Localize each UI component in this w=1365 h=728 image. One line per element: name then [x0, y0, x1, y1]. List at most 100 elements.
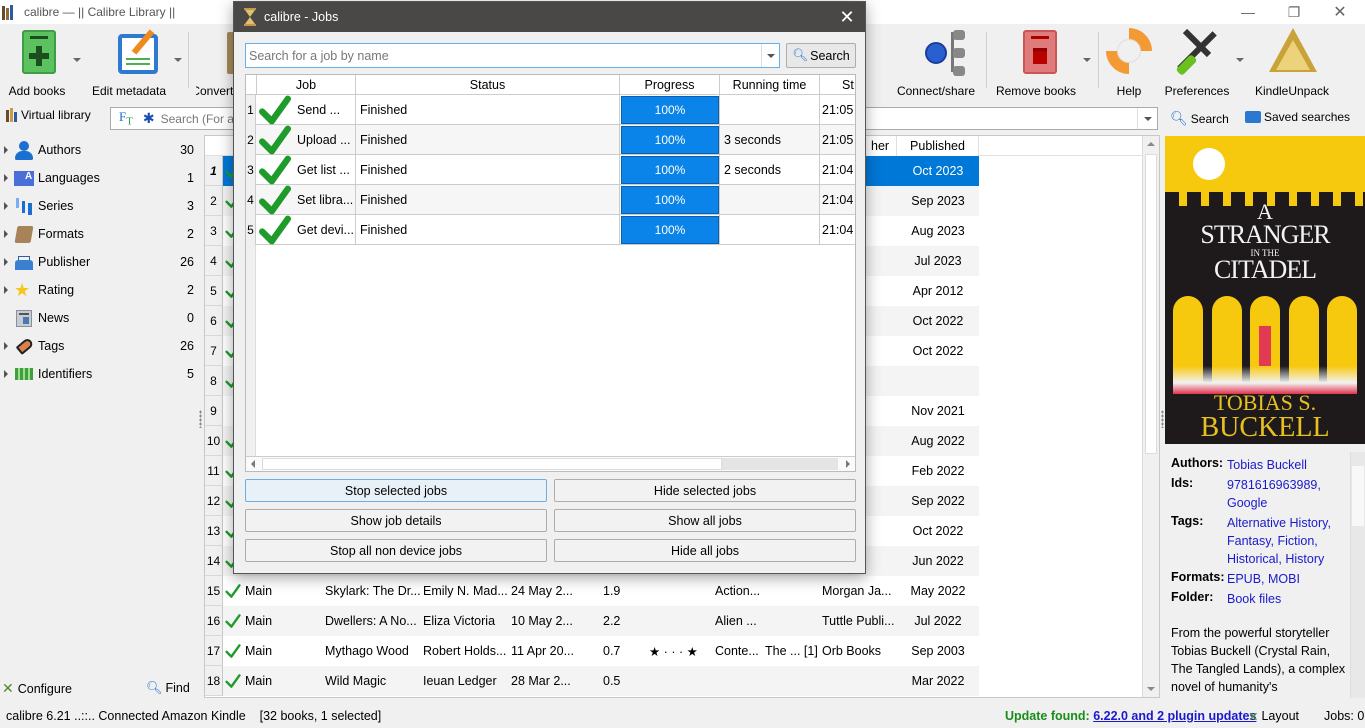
- scroll-thumb[interactable]: [1145, 154, 1157, 454]
- expand-arrow-icon[interactable]: [4, 146, 8, 154]
- tag-link[interactable]: Alternative History,: [1227, 514, 1331, 532]
- tag-browser-item-tags[interactable]: Tags 26: [0, 332, 200, 360]
- expand-arrow-icon[interactable]: [4, 202, 8, 210]
- scroll-down-arrow[interactable]: [1147, 687, 1155, 691]
- hide-selected-jobs-button[interactable]: Hide selected jobs: [554, 479, 856, 502]
- jobs-table-header: Job Status Progress Running time St: [246, 75, 855, 95]
- search-history-dropdown[interactable]: [1137, 108, 1157, 129]
- book-list-scrollbar[interactable]: [1142, 136, 1159, 697]
- tag-browser-item-rating[interactable]: ★ Rating 2: [0, 276, 200, 304]
- expand-arrow-icon[interactable]: [4, 342, 8, 350]
- add-books-dropdown[interactable]: [73, 58, 81, 62]
- show-all-jobs-button[interactable]: Show all jobs: [554, 509, 856, 532]
- author-link[interactable]: Tobias Buckell: [1227, 456, 1307, 474]
- column-header-progress[interactable]: Progress: [620, 75, 720, 95]
- configure-button[interactable]: ✕ Configure: [2, 680, 72, 697]
- jobs-table[interactable]: Job Status Progress Running time St 1 Sen…: [245, 74, 856, 472]
- column-header-running-time[interactable]: Running time: [720, 75, 820, 95]
- book-cover-image[interactable]: A STRANGER IN THE CITADEL TOBIAS S. BUCK…: [1165, 136, 1365, 444]
- expand-arrow-icon[interactable]: [4, 230, 8, 238]
- folder-link[interactable]: Book files: [1227, 590, 1281, 608]
- preferences-dropdown[interactable]: [1236, 58, 1244, 62]
- details-scrollbar[interactable]: [1350, 452, 1365, 698]
- edit-metadata-dropdown[interactable]: [174, 58, 182, 62]
- book-row[interactable]: 18 Main Wild Magic Ieuan Ledger 28 Mar 2... 0…: [205, 666, 979, 696]
- tag-browser-item-languages[interactable]: A Languages 1: [0, 164, 200, 192]
- star-icon: ★: [14, 280, 31, 300]
- stop-all-non-device-jobs-button[interactable]: Stop all non device jobs: [245, 539, 547, 562]
- find-button[interactable]: 🔍︎ Find: [146, 680, 190, 696]
- book-row[interactable]: 16 Main Dwellers: A No... Eliza Victoria 10 …: [205, 606, 979, 636]
- tag-browser-item-news[interactable]: News 0: [0, 304, 200, 332]
- tag-label: Tags: [38, 339, 65, 353]
- tag-browser-item-identifiers[interactable]: Identifiers 5: [0, 360, 200, 388]
- scroll-left-arrow[interactable]: [251, 460, 255, 468]
- tag-browser-item-formats[interactable]: Formats 2: [0, 220, 200, 248]
- connect-share-button[interactable]: Connect/share: [896, 26, 976, 98]
- formats-link[interactable]: EPUB, MOBI: [1227, 570, 1300, 588]
- minimize-button[interactable]: —: [1225, 0, 1271, 24]
- preferences-button[interactable]: Preferences: [1164, 26, 1230, 98]
- job-row[interactable]: 1 Send ... Finished 100% 21:05: [246, 95, 855, 125]
- layout-button[interactable]: ✕ Layout: [1248, 709, 1299, 724]
- add-books-button[interactable]: Add books: [6, 26, 68, 98]
- hide-all-jobs-button[interactable]: Hide all jobs: [554, 539, 856, 562]
- column-header-published[interactable]: Published: [897, 136, 979, 156]
- search-button[interactable]: 🔍︎ Search: [1170, 110, 1229, 127]
- expand-arrow-icon[interactable]: [4, 258, 8, 266]
- tag-browser-item-publisher[interactable]: Publisher 26: [0, 248, 200, 276]
- virtual-library-button[interactable]: Virtual library: [6, 108, 91, 122]
- barcode-icon: [14, 364, 34, 384]
- job-search-field[interactable]: [245, 43, 780, 68]
- job-row[interactable]: 2 Upload ... Finished 100% 3 seconds 21:05: [246, 125, 855, 155]
- show-job-details-button[interactable]: Show job details: [245, 509, 547, 532]
- expand-arrow-icon[interactable]: [4, 174, 8, 182]
- expand-arrow-icon[interactable]: [4, 286, 8, 294]
- help-button[interactable]: Help: [1096, 18, 1162, 98]
- tag-browser-item-authors[interactable]: Authors 30: [0, 136, 200, 164]
- jobs-table-hscrollbar[interactable]: [246, 456, 855, 471]
- job-progress-bar: 100%: [621, 156, 719, 184]
- splitter-handle[interactable]: [199, 410, 202, 428]
- job-row[interactable]: 3 Get list ... Finished 100% 2 seconds 21:04: [246, 155, 855, 185]
- scroll-up-arrow[interactable]: [1147, 142, 1155, 146]
- close-window-button[interactable]: ✕: [1317, 0, 1363, 24]
- tag-link[interactable]: Historical, History: [1227, 550, 1331, 568]
- update-link[interactable]: 6.22.0 and 2 plugin updates: [1093, 709, 1256, 723]
- maximize-button[interactable]: ❐: [1271, 0, 1317, 24]
- tag-link[interactable]: Fantasy, Fiction,: [1227, 532, 1331, 550]
- book-cell-library: Main: [245, 584, 273, 598]
- detail-authors: Authors: Tobias Buckell: [1171, 456, 1307, 474]
- book-cell-publisher: Tuttle Publi...: [822, 614, 895, 628]
- job-search-input[interactable]: [246, 48, 756, 63]
- kindleunpack-button[interactable]: KindleUnpack: [1252, 26, 1332, 98]
- scroll-thumb[interactable]: [1352, 466, 1364, 526]
- job-row[interactable]: 4 Set libra... Finished 100% 21:04: [246, 185, 855, 215]
- edit-metadata-button[interactable]: Edit metadata: [90, 26, 168, 98]
- google-id-link[interactable]: Google: [1227, 494, 1321, 512]
- book-row[interactable]: 17 Main Mythago Wood Robert Holds... 11 Apr …: [205, 636, 979, 666]
- book-cell-published: Apr 2012: [912, 284, 964, 298]
- remove-books-dropdown[interactable]: [1083, 58, 1091, 62]
- scroll-right-arrow[interactable]: [846, 460, 850, 468]
- tag-browser-item-series[interactable]: Series 3: [0, 192, 200, 220]
- expand-arrow-icon[interactable]: [4, 370, 8, 378]
- column-header-status[interactable]: Status: [356, 75, 620, 95]
- full-text-search-icon[interactable]: FT: [119, 109, 133, 128]
- saved-searches-button[interactable]: Saved searches: [1245, 110, 1350, 124]
- isbn-link[interactable]: 9781616963989,: [1227, 476, 1321, 494]
- book-row[interactable]: 15 Main Skylark: The Dr... Emily N. Mad... 2…: [205, 576, 979, 606]
- column-header-job[interactable]: Job: [257, 75, 356, 95]
- splitter-handle[interactable]: [1161, 410, 1164, 428]
- scroll-thumb[interactable]: [262, 458, 722, 470]
- column-header-start-time[interactable]: St: [820, 75, 855, 95]
- jobs-dialog-title: calibre - Jobs: [264, 10, 339, 24]
- stop-selected-jobs-button[interactable]: Stop selected jobs: [245, 479, 547, 502]
- job-row[interactable]: 5 Get devi... Finished 100% 21:04: [246, 215, 855, 245]
- remove-books-button[interactable]: Remove books: [994, 26, 1078, 98]
- jobs-count[interactable]: Jobs: 0: [1324, 709, 1364, 723]
- advanced-search-gear-icon[interactable]: ✱: [143, 110, 155, 127]
- job-search-history-dropdown[interactable]: [761, 44, 779, 67]
- job-search-button[interactable]: 🔍︎ Search: [786, 43, 856, 68]
- close-dialog-button[interactable]: ✕: [835, 5, 859, 29]
